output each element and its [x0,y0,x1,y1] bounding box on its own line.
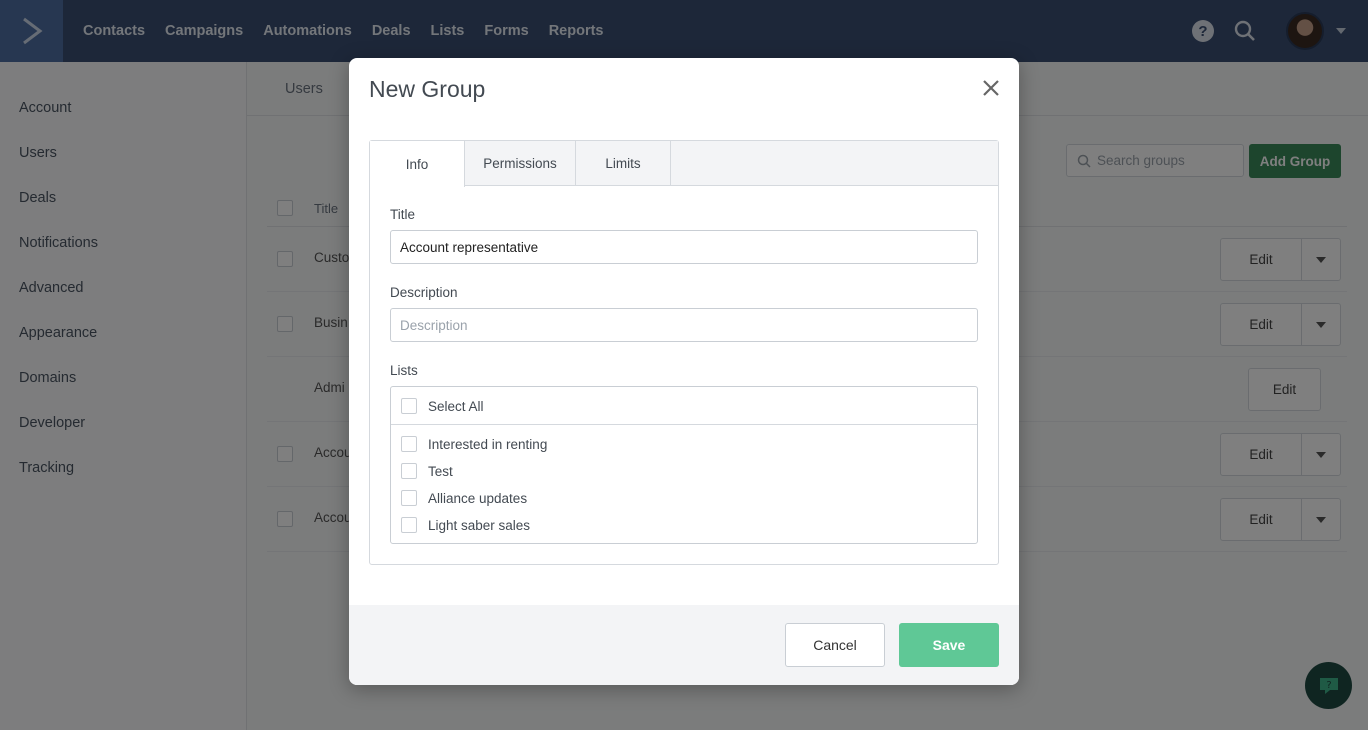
select-all-option[interactable]: Select All [401,398,484,414]
lists-label: Lists [390,363,418,378]
tab-permissions[interactable]: Permissions [465,141,576,186]
list-item-label: Alliance updates [428,490,528,506]
title-label: Title [390,207,416,222]
select-all-checkbox[interactable] [401,398,417,414]
tab-limits[interactable]: Limits [576,141,671,186]
select-all-row: Select All [391,387,977,425]
select-all-label: Select All [428,398,484,414]
new-group-modal: New Group Info Permissions Limits Title … [349,58,1019,685]
title-input[interactable] [390,230,978,264]
description-input[interactable] [390,308,978,342]
tab-bar: Info Permissions Limits [370,141,998,187]
list-item[interactable]: Interested in renting [401,436,547,452]
list-checkbox[interactable] [401,436,417,452]
description-label: Description [390,285,458,300]
list-checkbox[interactable] [401,490,417,506]
modal-tab-panel: Info Permissions Limits Title Descriptio… [369,140,999,565]
list-checkbox[interactable] [401,517,417,533]
list-item-label: Interested in renting [428,436,548,452]
save-button[interactable]: Save [899,623,999,667]
list-item-label: Light saber sales [428,517,531,533]
list-item[interactable]: Test [401,463,453,479]
modal-footer: Cancel Save [349,605,1019,685]
list-checkbox[interactable] [401,463,417,479]
list-item-label: Test [428,463,453,479]
close-icon[interactable] [981,78,1001,98]
list-item[interactable]: Alliance updates [401,490,527,506]
lists-box: Select All Interested in renting Test Al… [390,386,978,544]
list-item[interactable]: Light saber sales [401,517,530,533]
cancel-button[interactable]: Cancel [785,623,885,667]
modal-title: New Group [369,76,486,102]
tab-info[interactable]: Info [370,141,465,187]
